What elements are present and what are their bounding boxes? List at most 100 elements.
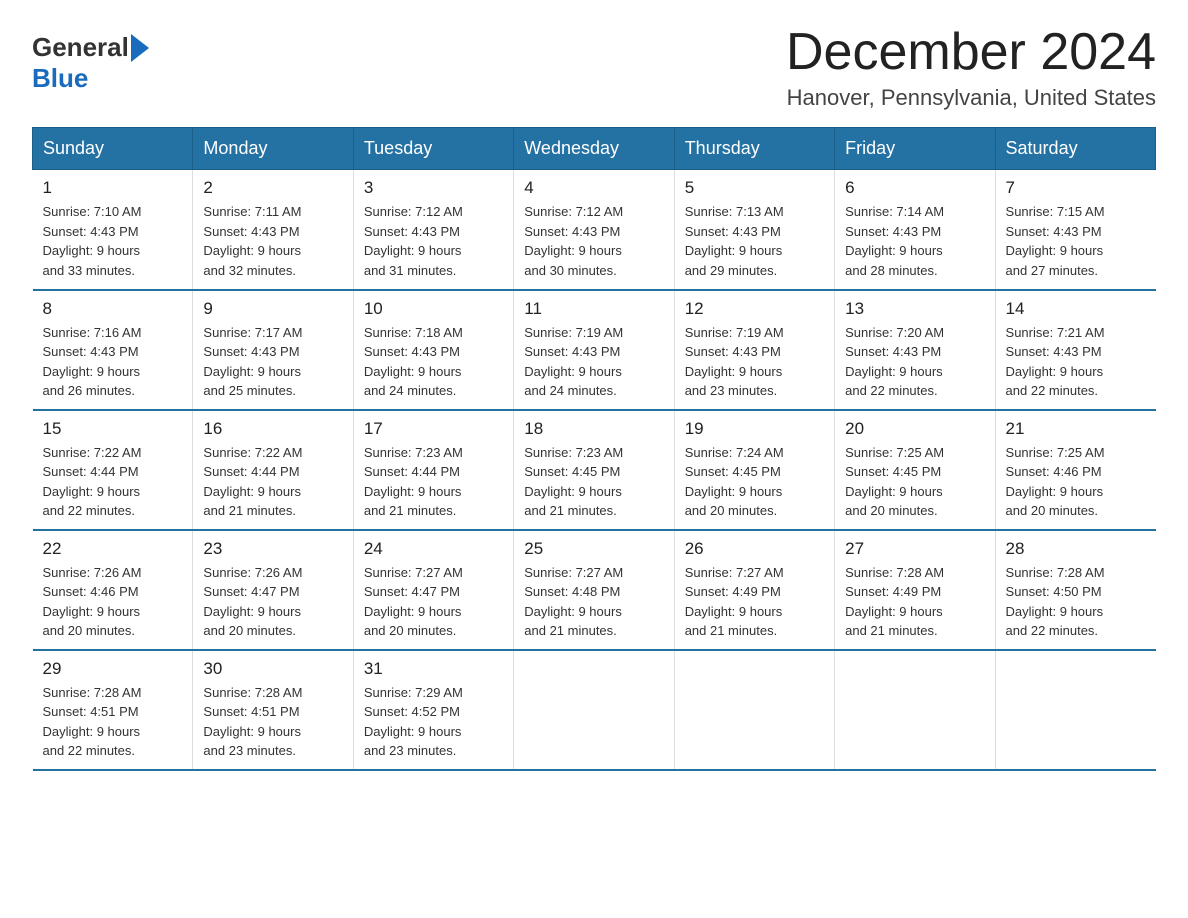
calendar-cell: 11 Sunrise: 7:19 AM Sunset: 4:43 PM Dayl… bbox=[514, 290, 674, 410]
weekday-header-tuesday: Tuesday bbox=[353, 128, 513, 170]
weekday-header-row: SundayMondayTuesdayWednesdayThursdayFrid… bbox=[33, 128, 1156, 170]
day-info: Sunrise: 7:15 AM Sunset: 4:43 PM Dayligh… bbox=[1006, 202, 1146, 280]
calendar-cell bbox=[995, 650, 1155, 770]
calendar-week-row: 8 Sunrise: 7:16 AM Sunset: 4:43 PM Dayli… bbox=[33, 290, 1156, 410]
logo: General Blue bbox=[32, 24, 149, 94]
weekday-header-monday: Monday bbox=[193, 128, 353, 170]
calendar-table: SundayMondayTuesdayWednesdayThursdayFrid… bbox=[32, 127, 1156, 771]
day-info: Sunrise: 7:24 AM Sunset: 4:45 PM Dayligh… bbox=[685, 443, 824, 521]
day-info: Sunrise: 7:13 AM Sunset: 4:43 PM Dayligh… bbox=[685, 202, 824, 280]
day-number: 3 bbox=[364, 178, 503, 198]
calendar-cell: 15 Sunrise: 7:22 AM Sunset: 4:44 PM Dayl… bbox=[33, 410, 193, 530]
calendar-cell: 19 Sunrise: 7:24 AM Sunset: 4:45 PM Dayl… bbox=[674, 410, 834, 530]
page-title: December 2024 bbox=[786, 24, 1156, 81]
day-info: Sunrise: 7:22 AM Sunset: 4:44 PM Dayligh… bbox=[43, 443, 183, 521]
calendar-cell: 27 Sunrise: 7:28 AM Sunset: 4:49 PM Dayl… bbox=[835, 530, 995, 650]
calendar-cell: 8 Sunrise: 7:16 AM Sunset: 4:43 PM Dayli… bbox=[33, 290, 193, 410]
day-number: 7 bbox=[1006, 178, 1146, 198]
calendar-cell: 2 Sunrise: 7:11 AM Sunset: 4:43 PM Dayli… bbox=[193, 170, 353, 290]
calendar-cell: 25 Sunrise: 7:27 AM Sunset: 4:48 PM Dayl… bbox=[514, 530, 674, 650]
day-info: Sunrise: 7:10 AM Sunset: 4:43 PM Dayligh… bbox=[43, 202, 183, 280]
day-number: 21 bbox=[1006, 419, 1146, 439]
day-number: 27 bbox=[845, 539, 984, 559]
day-number: 8 bbox=[43, 299, 183, 319]
calendar-cell: 22 Sunrise: 7:26 AM Sunset: 4:46 PM Dayl… bbox=[33, 530, 193, 650]
calendar-cell: 10 Sunrise: 7:18 AM Sunset: 4:43 PM Dayl… bbox=[353, 290, 513, 410]
day-info: Sunrise: 7:22 AM Sunset: 4:44 PM Dayligh… bbox=[203, 443, 342, 521]
page-subtitle: Hanover, Pennsylvania, United States bbox=[786, 85, 1156, 111]
weekday-header-sunday: Sunday bbox=[33, 128, 193, 170]
day-number: 25 bbox=[524, 539, 663, 559]
day-info: Sunrise: 7:16 AM Sunset: 4:43 PM Dayligh… bbox=[43, 323, 183, 401]
calendar-cell bbox=[674, 650, 834, 770]
day-info: Sunrise: 7:20 AM Sunset: 4:43 PM Dayligh… bbox=[845, 323, 984, 401]
logo-row: General bbox=[32, 32, 149, 63]
day-info: Sunrise: 7:28 AM Sunset: 4:51 PM Dayligh… bbox=[203, 683, 342, 761]
day-number: 30 bbox=[203, 659, 342, 679]
day-number: 28 bbox=[1006, 539, 1146, 559]
day-number: 14 bbox=[1006, 299, 1146, 319]
calendar-cell: 24 Sunrise: 7:27 AM Sunset: 4:47 PM Dayl… bbox=[353, 530, 513, 650]
calendar-week-row: 15 Sunrise: 7:22 AM Sunset: 4:44 PM Dayl… bbox=[33, 410, 1156, 530]
day-info: Sunrise: 7:12 AM Sunset: 4:43 PM Dayligh… bbox=[524, 202, 663, 280]
day-number: 31 bbox=[364, 659, 503, 679]
calendar-week-row: 22 Sunrise: 7:26 AM Sunset: 4:46 PM Dayl… bbox=[33, 530, 1156, 650]
calendar-cell: 7 Sunrise: 7:15 AM Sunset: 4:43 PM Dayli… bbox=[995, 170, 1155, 290]
calendar-cell: 30 Sunrise: 7:28 AM Sunset: 4:51 PM Dayl… bbox=[193, 650, 353, 770]
day-info: Sunrise: 7:18 AM Sunset: 4:43 PM Dayligh… bbox=[364, 323, 503, 401]
calendar-cell bbox=[835, 650, 995, 770]
day-info: Sunrise: 7:26 AM Sunset: 4:47 PM Dayligh… bbox=[203, 563, 342, 641]
day-number: 26 bbox=[685, 539, 824, 559]
day-number: 6 bbox=[845, 178, 984, 198]
calendar-cell: 23 Sunrise: 7:26 AM Sunset: 4:47 PM Dayl… bbox=[193, 530, 353, 650]
day-info: Sunrise: 7:27 AM Sunset: 4:49 PM Dayligh… bbox=[685, 563, 824, 641]
day-info: Sunrise: 7:25 AM Sunset: 4:45 PM Dayligh… bbox=[845, 443, 984, 521]
calendar-week-row: 1 Sunrise: 7:10 AM Sunset: 4:43 PM Dayli… bbox=[33, 170, 1156, 290]
calendar-cell: 28 Sunrise: 7:28 AM Sunset: 4:50 PM Dayl… bbox=[995, 530, 1155, 650]
day-info: Sunrise: 7:25 AM Sunset: 4:46 PM Dayligh… bbox=[1006, 443, 1146, 521]
calendar-cell: 4 Sunrise: 7:12 AM Sunset: 4:43 PM Dayli… bbox=[514, 170, 674, 290]
day-number: 24 bbox=[364, 539, 503, 559]
weekday-header-thursday: Thursday bbox=[674, 128, 834, 170]
day-info: Sunrise: 7:23 AM Sunset: 4:45 PM Dayligh… bbox=[524, 443, 663, 521]
calendar-cell: 5 Sunrise: 7:13 AM Sunset: 4:43 PM Dayli… bbox=[674, 170, 834, 290]
day-number: 9 bbox=[203, 299, 342, 319]
calendar-cell: 16 Sunrise: 7:22 AM Sunset: 4:44 PM Dayl… bbox=[193, 410, 353, 530]
day-info: Sunrise: 7:29 AM Sunset: 4:52 PM Dayligh… bbox=[364, 683, 503, 761]
day-info: Sunrise: 7:19 AM Sunset: 4:43 PM Dayligh… bbox=[685, 323, 824, 401]
page-header: General Blue December 2024 Hanover, Penn… bbox=[32, 24, 1156, 111]
calendar-cell: 13 Sunrise: 7:20 AM Sunset: 4:43 PM Dayl… bbox=[835, 290, 995, 410]
day-info: Sunrise: 7:12 AM Sunset: 4:43 PM Dayligh… bbox=[364, 202, 503, 280]
weekday-header-saturday: Saturday bbox=[995, 128, 1155, 170]
day-info: Sunrise: 7:27 AM Sunset: 4:48 PM Dayligh… bbox=[524, 563, 663, 641]
day-info: Sunrise: 7:23 AM Sunset: 4:44 PM Dayligh… bbox=[364, 443, 503, 521]
day-number: 12 bbox=[685, 299, 824, 319]
day-number: 23 bbox=[203, 539, 342, 559]
day-number: 17 bbox=[364, 419, 503, 439]
day-number: 10 bbox=[364, 299, 503, 319]
calendar-cell: 31 Sunrise: 7:29 AM Sunset: 4:52 PM Dayl… bbox=[353, 650, 513, 770]
day-info: Sunrise: 7:28 AM Sunset: 4:50 PM Dayligh… bbox=[1006, 563, 1146, 641]
calendar-cell: 29 Sunrise: 7:28 AM Sunset: 4:51 PM Dayl… bbox=[33, 650, 193, 770]
calendar-cell: 21 Sunrise: 7:25 AM Sunset: 4:46 PM Dayl… bbox=[995, 410, 1155, 530]
day-number: 11 bbox=[524, 299, 663, 319]
day-info: Sunrise: 7:11 AM Sunset: 4:43 PM Dayligh… bbox=[203, 202, 342, 280]
day-number: 18 bbox=[524, 419, 663, 439]
calendar-cell: 1 Sunrise: 7:10 AM Sunset: 4:43 PM Dayli… bbox=[33, 170, 193, 290]
calendar-cell bbox=[514, 650, 674, 770]
calendar-cell: 12 Sunrise: 7:19 AM Sunset: 4:43 PM Dayl… bbox=[674, 290, 834, 410]
day-number: 2 bbox=[203, 178, 342, 198]
day-number: 29 bbox=[43, 659, 183, 679]
day-number: 1 bbox=[43, 178, 183, 198]
day-info: Sunrise: 7:28 AM Sunset: 4:51 PM Dayligh… bbox=[43, 683, 183, 761]
calendar-cell: 14 Sunrise: 7:21 AM Sunset: 4:43 PM Dayl… bbox=[995, 290, 1155, 410]
calendar-week-row: 29 Sunrise: 7:28 AM Sunset: 4:51 PM Dayl… bbox=[33, 650, 1156, 770]
day-info: Sunrise: 7:14 AM Sunset: 4:43 PM Dayligh… bbox=[845, 202, 984, 280]
weekday-header-wednesday: Wednesday bbox=[514, 128, 674, 170]
day-number: 13 bbox=[845, 299, 984, 319]
calendar-cell: 20 Sunrise: 7:25 AM Sunset: 4:45 PM Dayl… bbox=[835, 410, 995, 530]
calendar-cell: 26 Sunrise: 7:27 AM Sunset: 4:49 PM Dayl… bbox=[674, 530, 834, 650]
day-info: Sunrise: 7:21 AM Sunset: 4:43 PM Dayligh… bbox=[1006, 323, 1146, 401]
calendar-cell: 6 Sunrise: 7:14 AM Sunset: 4:43 PM Dayli… bbox=[835, 170, 995, 290]
day-info: Sunrise: 7:28 AM Sunset: 4:49 PM Dayligh… bbox=[845, 563, 984, 641]
